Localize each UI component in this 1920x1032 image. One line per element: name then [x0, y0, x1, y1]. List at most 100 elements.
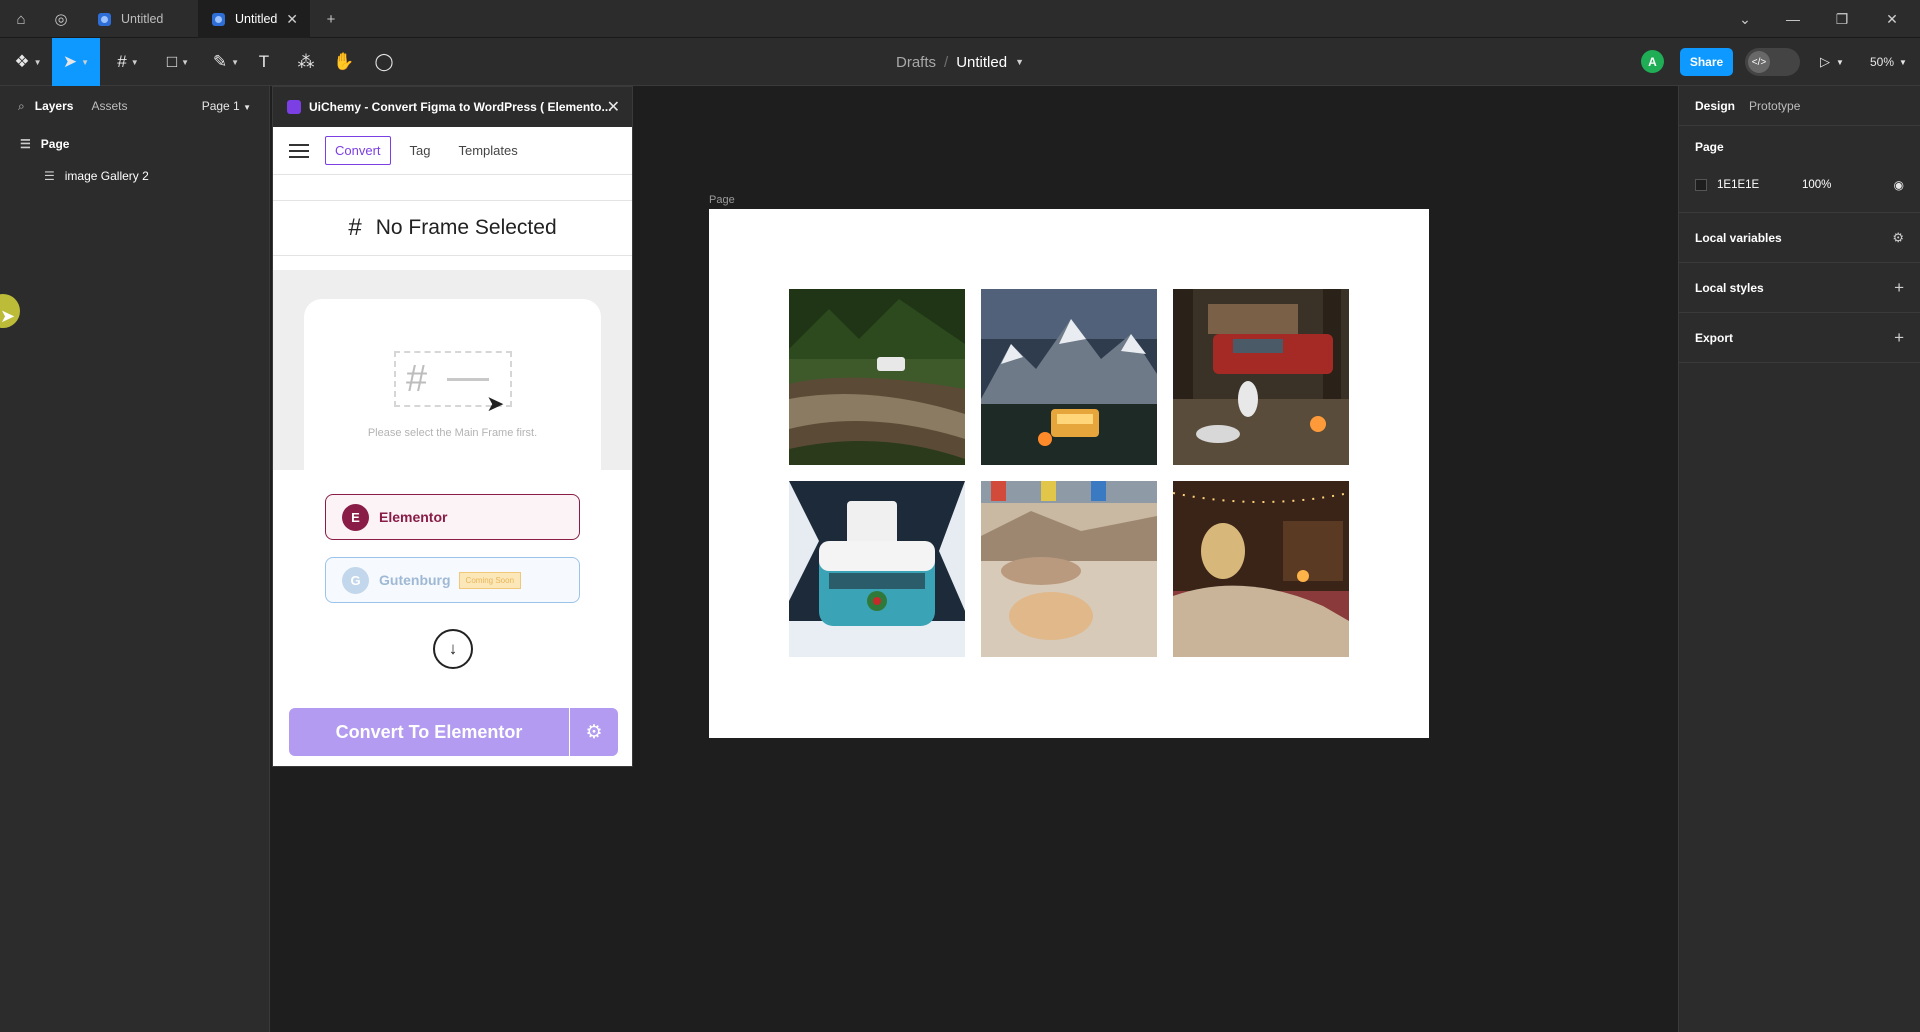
- add-export-icon[interactable]: +: [1894, 313, 1904, 362]
- local-variables-title[interactable]: Local variables: [1695, 213, 1904, 262]
- plugin-title-bar[interactable]: UiChemy - Convert Figma to WordPress ( E…: [273, 87, 632, 127]
- share-button[interactable]: Share: [1680, 48, 1733, 76]
- arrow-down-icon[interactable]: ↓: [433, 629, 473, 669]
- pen-icon: ✎: [212, 52, 228, 71]
- figma-file-icon: [98, 12, 111, 26]
- plugin-tab-tag[interactable]: Tag: [401, 137, 440, 164]
- image-gallery-frame[interactable]: [709, 209, 1429, 738]
- photo-forest-river-van[interactable]: [789, 289, 965, 465]
- cursor-arrow-icon: ➤: [62, 52, 78, 71]
- chevron-down-icon: ▼: [231, 57, 240, 67]
- tab-layers[interactable]: Layers: [35, 99, 74, 113]
- breadcrumb-file-name[interactable]: Untitled: [956, 54, 1007, 71]
- export-section: Export +: [1679, 313, 1920, 363]
- page-selector-label: Page 1: [201, 99, 240, 113]
- hamburger-menu-icon[interactable]: [289, 143, 309, 158]
- home-icon[interactable]: ⌂: [2, 0, 40, 38]
- hand-icon: ✋: [333, 52, 355, 71]
- uichemy-plugin-window: UiChemy - Convert Figma to WordPress ( E…: [272, 86, 633, 767]
- new-tab-button[interactable]: +: [312, 0, 350, 38]
- zoom-dropdown[interactable]: 50% ▼: [1870, 38, 1907, 86]
- layers-panel-header: ⌕ Layers Assets Page 1 ▼: [0, 86, 269, 126]
- design-panel: Design Prototype Page 1E1E1E 100% ◉ Loca…: [1678, 86, 1920, 1032]
- search-icon[interactable]: ⌕: [18, 99, 25, 114]
- coming-soon-badge: Coming Soon: [458, 571, 522, 589]
- plugin-tab-templates[interactable]: Templates: [450, 137, 527, 164]
- layer-label: image Gallery 2: [64, 169, 149, 183]
- chevron-down-icon[interactable]: ▼: [1015, 57, 1024, 67]
- chevron-down-icon[interactable]: ⌄: [1721, 0, 1769, 38]
- components-icon: ⁂: [297, 52, 315, 71]
- present-button[interactable]: ▷ ▼: [1820, 38, 1844, 86]
- photo-red-car-dogs-camp[interactable]: [1173, 289, 1349, 465]
- main-menu-button[interactable]: ❖ ▼: [8, 38, 48, 86]
- tab-design[interactable]: Design: [1695, 99, 1735, 113]
- minimize-icon[interactable]: —: [1769, 0, 1817, 38]
- breadcrumb-separator: /: [944, 53, 949, 71]
- frame-label[interactable]: Page: [709, 194, 735, 206]
- variables-settings-icon[interactable]: ⚙: [1892, 213, 1904, 262]
- chevron-down-icon: ▼: [181, 57, 190, 67]
- photo-mountain-campfire-van[interactable]: [981, 289, 1157, 465]
- page-fill-swatch[interactable]: [1695, 179, 1707, 191]
- photo-dog-sleeping-blanket[interactable]: [981, 481, 1157, 657]
- frame-tool-button[interactable]: # ▼: [108, 38, 148, 86]
- uichemy-logo-icon: [287, 100, 301, 114]
- close-tab-icon[interactable]: ✕: [286, 11, 298, 28]
- add-style-icon[interactable]: +: [1894, 263, 1904, 312]
- layer-label: Page: [40, 137, 70, 151]
- figma-logo-icon: ❖: [14, 52, 30, 71]
- pen-tool-button[interactable]: ✎ ▼: [206, 38, 246, 86]
- page-section-title: Page: [1695, 140, 1724, 154]
- text-tool-button[interactable]: T: [250, 38, 278, 86]
- chevron-down-icon: ▼: [33, 57, 42, 67]
- close-window-icon[interactable]: ✕: [1868, 0, 1916, 38]
- tab-label: Untitled: [121, 12, 164, 26]
- page-selector[interactable]: Page 1 ▼: [202, 99, 251, 113]
- local-variables-section: Local variables ⚙: [1679, 213, 1920, 263]
- globe-icon[interactable]: ◎: [42, 0, 80, 38]
- comment-tool-button[interactable]: ◯: [370, 38, 398, 86]
- zoom-level: 50%: [1870, 55, 1895, 69]
- breadcrumb: Drafts / Untitled ▼: [0, 38, 1920, 86]
- page-list-icon: ☰: [20, 137, 31, 151]
- gear-icon[interactable]: ⚙: [570, 708, 618, 756]
- tab-untitled-1[interactable]: Untitled: [84, 0, 196, 38]
- page-fill-row[interactable]: 1E1E1E 100% ◉: [1695, 168, 1904, 202]
- gutenburg-logo-icon: G: [342, 566, 369, 594]
- close-plugin-icon[interactable]: ✕: [607, 97, 620, 117]
- elementor-option-button[interactable]: E Elementor: [325, 494, 580, 540]
- tab-prototype[interactable]: Prototype: [1749, 99, 1800, 113]
- chevron-down-icon: ▼: [1836, 57, 1844, 67]
- page-fill-hex[interactable]: 1E1E1E: [1717, 179, 1802, 191]
- move-tool-button[interactable]: ➤ ▼: [52, 38, 100, 86]
- local-styles-title: Local styles: [1695, 280, 1764, 295]
- export-title: Export: [1695, 330, 1734, 345]
- photo-snowy-vw-bus[interactable]: [789, 481, 965, 657]
- chevron-down-icon: ▼: [1899, 57, 1907, 67]
- restore-icon[interactable]: ❐: [1818, 0, 1866, 38]
- tab-assets[interactable]: Assets: [91, 99, 127, 113]
- page-section: Page 1E1E1E 100% ◉: [1679, 126, 1920, 213]
- frame-hash-icon: #: [348, 214, 362, 241]
- plugin-tab-convert[interactable]: Convert: [325, 136, 391, 165]
- photo-woman-inside-van[interactable]: [1173, 481, 1349, 657]
- frame-status: # No Frame Selected: [273, 200, 632, 256]
- eye-icon[interactable]: ◉: [1894, 178, 1904, 192]
- dev-mode-toggle[interactable]: </>: [1745, 48, 1800, 76]
- breadcrumb-drafts[interactable]: Drafts: [896, 54, 936, 71]
- tab-untitled-2[interactable]: Untitled ✕: [198, 0, 310, 38]
- auto-layout-icon: ☰: [44, 169, 55, 183]
- hand-tool-button[interactable]: ✋: [330, 38, 358, 86]
- layer-item-page[interactable]: ☰ Page: [0, 128, 269, 160]
- plugin-nav: Convert Tag Templates: [273, 127, 632, 175]
- mouse-cursor-icon: ➤: [0, 306, 16, 326]
- gutenburg-option-button[interactable]: G Gutenburg Coming Soon: [325, 557, 580, 603]
- shape-tool-button[interactable]: □ ▼: [158, 38, 198, 86]
- toolbar: ❖ ▼ ➤ ▼ # ▼ □ ▼ ✎ ▼ T ⁂ ✋ ◯ Drafts / Untitled…: [0, 38, 1920, 86]
- avatar[interactable]: A: [1641, 50, 1664, 73]
- page-fill-opacity[interactable]: 100%: [1802, 179, 1831, 191]
- convert-to-elementor-button[interactable]: Convert To Elementor: [289, 708, 569, 756]
- layer-item-image-gallery[interactable]: ☰ image Gallery 2: [0, 160, 269, 192]
- resources-tool-button[interactable]: ⁂: [292, 38, 320, 86]
